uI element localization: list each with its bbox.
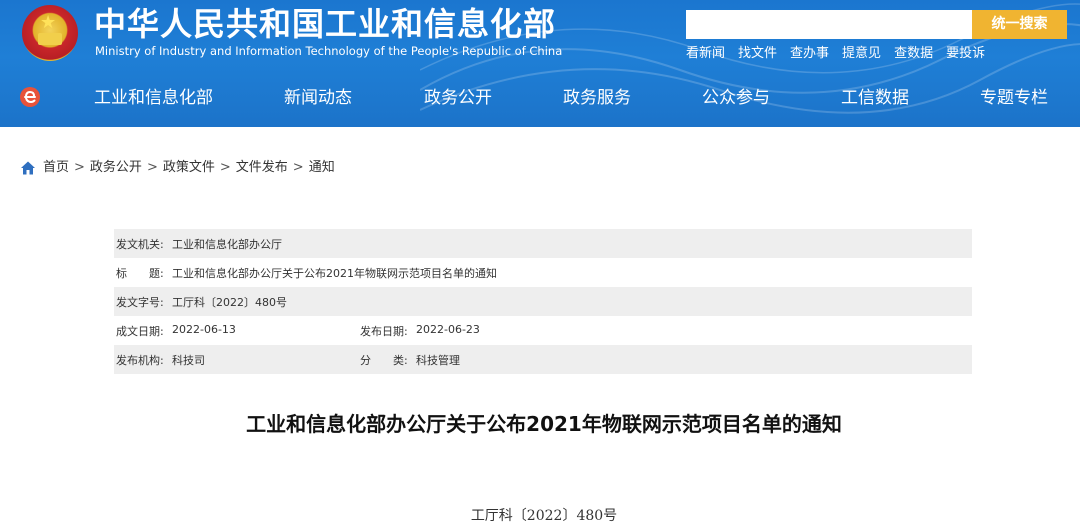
document-title: 工业和信息化部办公厅关于公布2021年物联网示范项目名单的通知 [246,412,842,436]
site-header: ★ 中华人民共和国工业和信息化部 Ministry of Industry an… [0,0,1080,127]
site-title[interactable]: 中华人民共和国工业和信息化部 [94,4,556,44]
nav-item-data[interactable]: 工信数据 [841,83,909,113]
document-info-table: 发文机关: 工业和信息化部办公厅 标 题: 工业和信息化部办公厅关于公布2021… [114,229,972,374]
search-input[interactable] [686,10,972,39]
doc-number-value: 工厅科〔2022〕480号 [172,295,287,309]
breadcrumb-file-release[interactable]: 文件发布 [236,158,288,178]
org-value: 科技司 [172,353,205,367]
quick-link-feedback[interactable]: 提意见 [842,45,881,63]
org-label: 发布机构: [116,353,164,367]
breadcrumb: 首页 > 政务公开 > 政策文件 > 文件发布 > 通知 [20,158,335,178]
created-date-cell: 成文日期: 2022-06-13 [114,323,358,339]
created-date-value: 2022-06-13 [172,322,236,336]
nav-item-government-affairs[interactable]: 政务公开 [424,83,492,113]
breadcrumb-separator: > [146,160,158,175]
info-row-title: 标 题: 工业和信息化部办公厅关于公布2021年物联网示范项目名单的通知 [114,258,972,287]
info-row-issuer: 发文机关: 工业和信息化部办公厅 [114,229,972,258]
quick-link-data[interactable]: 查数据 [894,45,933,63]
category-value: 科技管理 [416,353,460,367]
national-emblem-icon[interactable]: ★ [22,5,78,61]
nav-item-services[interactable]: 政务服务 [563,83,631,113]
category-cell: 分 类: 科技管理 [358,352,602,368]
nav-item-news[interactable]: 新闻动态 [284,83,352,113]
main-nav: 工业和信息化部 新闻动态 政务公开 政务服务 公众参与 工信数据 专题专栏 [0,83,1080,113]
breadcrumb-home[interactable]: 首页 [43,158,69,178]
quick-link-complaint[interactable]: 要投诉 [946,45,985,63]
breadcrumb-separator: > [219,160,231,175]
quick-link-files[interactable]: 找文件 [738,45,777,63]
document-number: 工厅科〔2022〕480号 [470,508,618,524]
published-date-cell: 发布日期: 2022-06-23 [358,323,602,339]
created-date-label: 成文日期: [116,324,164,338]
info-row-dates: 成文日期: 2022-06-13 发布日期: 2022-06-23 [114,316,972,345]
quick-link-news[interactable]: 看新闻 [686,45,725,63]
quick-link-services[interactable]: 查办事 [790,45,829,63]
breadcrumb-separator: > [292,160,304,175]
nav-item-topics[interactable]: 专题专栏 [980,83,1048,113]
doc-number-label: 发文字号: [116,295,164,309]
breadcrumb-government-affairs[interactable]: 政务公开 [90,158,142,178]
published-date-label: 发布日期: [360,324,408,338]
nav-item-ministry[interactable]: 工业和信息化部 [94,83,213,113]
issuer-label: 发文机关: [116,237,164,251]
unified-search-button[interactable]: 统一搜索 [972,10,1067,39]
site-subtitle: Ministry of Industry and Information Tec… [95,44,563,58]
title-label: 标 题: [116,266,164,280]
home-icon[interactable] [20,160,36,176]
issuer-value: 工业和信息化部办公厅 [172,237,282,251]
breadcrumb-policy-files[interactable]: 政策文件 [163,158,215,178]
category-label: 分 类: [360,353,408,367]
title-value: 工业和信息化部办公厅关于公布2021年物联网示范项目名单的通知 [172,266,497,280]
info-row-doc-number: 发文字号: 工厅科〔2022〕480号 [114,287,972,316]
org-cell: 发布机构: 科技司 [114,352,358,368]
nav-item-participation[interactable]: 公众参与 [702,83,770,113]
breadcrumb-separator: > [74,160,85,175]
quick-links: 看新闻 找文件 查办事 提意见 查数据 要投诉 [686,45,985,63]
info-row-org-category: 发布机构: 科技司 分 类: 科技管理 [114,345,972,374]
published-date-value: 2022-06-23 [416,322,480,336]
breadcrumb-notice[interactable]: 通知 [309,158,335,178]
